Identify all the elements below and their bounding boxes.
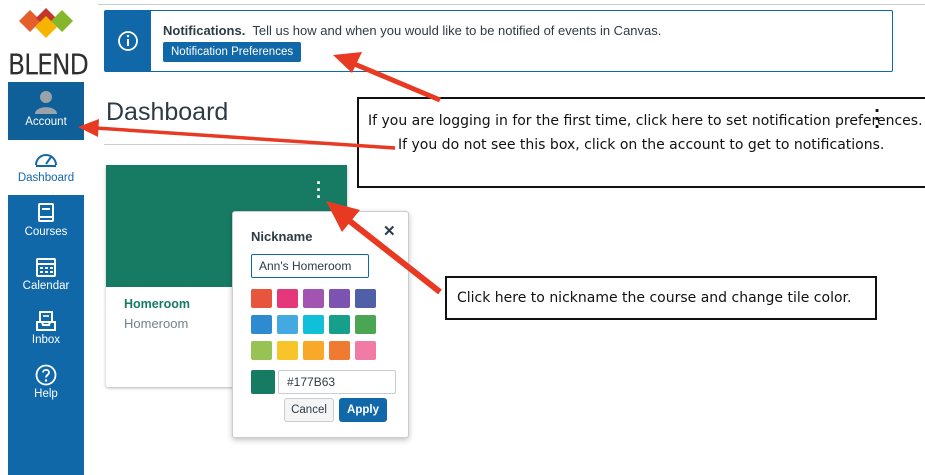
color-swatch[interactable] bbox=[251, 315, 272, 334]
global-nav-sidebar: BLEND Account Dashboard Courses Calendar… bbox=[8, 0, 89, 475]
nickname-input[interactable]: Ann's Homeroom bbox=[251, 254, 369, 278]
help-question-icon bbox=[35, 364, 57, 386]
color-swatch[interactable] bbox=[303, 289, 324, 308]
notification-text: Tell us how and when you would like to b… bbox=[252, 23, 662, 38]
sidebar-item-calendar[interactable]: Calendar bbox=[8, 252, 84, 304]
sidebar-item-help[interactable]: Help bbox=[8, 360, 84, 412]
sidebar-item-courses[interactable]: Courses bbox=[8, 198, 84, 250]
color-swatch[interactable] bbox=[355, 315, 376, 334]
tile-callout-box: Click here to nickname the course and ch… bbox=[445, 276, 877, 320]
nickname-popover: Nickname ✕ Ann's Homeroom #177B63 Cancel… bbox=[232, 211, 409, 438]
notification-preferences-button[interactable]: Notification Preferences bbox=[163, 42, 302, 62]
page-title: Dashboard bbox=[106, 98, 229, 126]
brand-logo[interactable]: BLEND bbox=[8, 0, 89, 82]
hex-color-input[interactable]: #177B63 bbox=[278, 370, 396, 394]
notification-title: Notifications. bbox=[163, 23, 246, 38]
course-subtitle: Homeroom bbox=[124, 316, 189, 331]
color-swatch[interactable] bbox=[277, 315, 298, 334]
color-swatch[interactable] bbox=[251, 289, 272, 308]
sidebar-item-label: Courses bbox=[24, 226, 68, 238]
close-x-icon[interactable]: ✕ bbox=[383, 222, 396, 240]
color-swatch[interactable] bbox=[277, 289, 298, 308]
popover-title: Nickname bbox=[251, 229, 313, 244]
calendar-icon bbox=[36, 258, 56, 277]
color-swatch[interactable] bbox=[251, 341, 272, 360]
sidebar-item-inbox[interactable]: Inbox bbox=[8, 306, 84, 358]
notification-banner: Notifications. Tell us how and when you … bbox=[104, 10, 893, 72]
color-swatch[interactable] bbox=[355, 289, 376, 308]
color-swatch[interactable] bbox=[355, 341, 376, 360]
sidebar-item-label: Help bbox=[34, 388, 58, 400]
blend-diamonds-icon bbox=[19, 8, 73, 38]
kebab-dots-icon: · · · bbox=[874, 101, 881, 136]
top-divider bbox=[98, 4, 925, 5]
info-circle-icon bbox=[118, 31, 138, 51]
color-swatch[interactable] bbox=[329, 289, 350, 308]
callout-line-tile: Click here to nickname the course and ch… bbox=[457, 290, 852, 306]
color-swatch[interactable] bbox=[303, 315, 324, 334]
notification-callout-box: If you are logging in for the first time… bbox=[357, 97, 925, 188]
screenshot-canvas: BLEND Account Dashboard Courses Calendar… bbox=[0, 0, 925, 475]
sidebar-item-label: Calendar bbox=[22, 280, 70, 292]
sidebar-item-account[interactable]: Account bbox=[8, 82, 84, 140]
apply-button[interactable]: Apply bbox=[339, 398, 387, 422]
courses-book-icon bbox=[38, 203, 54, 222]
course-name-link[interactable]: Homeroom bbox=[124, 297, 190, 311]
notification-banner-accent bbox=[105, 11, 151, 71]
cancel-button[interactable]: Cancel bbox=[284, 398, 334, 422]
notification-message: Notifications. Tell us how and when you … bbox=[163, 23, 661, 38]
callout-line-account: If you do not see this box, click on the… bbox=[398, 137, 885, 153]
dashboard-gauge-icon bbox=[35, 154, 57, 167]
sidebar-item-dashboard[interactable]: Dashboard bbox=[8, 140, 84, 195]
kebab-menu-icon[interactable]: · · · bbox=[314, 174, 324, 206]
inbox-tray-icon bbox=[36, 311, 56, 331]
color-swatch[interactable] bbox=[329, 315, 350, 334]
color-swatch[interactable] bbox=[277, 341, 298, 360]
sidebar-item-label: Dashboard bbox=[17, 172, 75, 184]
callout-line-first-login: If you are logging in for the first time… bbox=[368, 113, 923, 129]
brand-wordmark: BLEND bbox=[8, 47, 89, 82]
current-color-preview bbox=[251, 370, 275, 394]
sidebar-item-label: Account bbox=[25, 116, 67, 128]
user-avatar-icon bbox=[35, 91, 57, 114]
sidebar-item-label: Inbox bbox=[31, 334, 61, 346]
color-swatch[interactable] bbox=[329, 341, 350, 360]
color-swatch[interactable] bbox=[303, 341, 324, 360]
